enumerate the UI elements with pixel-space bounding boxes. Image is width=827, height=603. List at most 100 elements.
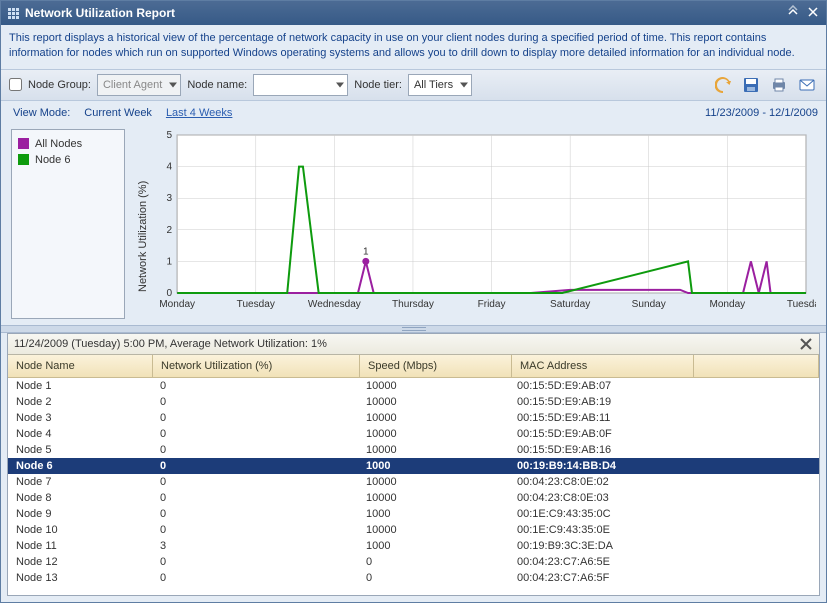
svg-text:Wednesday: Wednesday	[308, 299, 361, 310]
chart-zone: All Nodes Node 6 Network Utilization (%)…	[1, 125, 826, 325]
table-row[interactable]: Node 90100000:1E:C9:43:35:0C	[8, 506, 819, 522]
legend-item-all[interactable]: All Nodes	[18, 136, 118, 152]
cell-mac: 00:04:23:C7:A6:5F	[509, 572, 690, 584]
cell-mac: 00:04:23:C7:A6:5E	[509, 556, 690, 568]
date-range: 11/23/2009 - 12/1/2009	[705, 107, 818, 119]
table-row[interactable]: Node 201000000:15:5D:E9:AB:19	[8, 394, 819, 410]
node-name-label: Node name:	[187, 79, 247, 91]
svg-text:Monday: Monday	[159, 299, 195, 310]
cell-util: 0	[152, 524, 358, 536]
cell-mac: 00:15:5D:E9:AB:16	[509, 444, 690, 456]
print-icon[interactable]	[768, 74, 790, 96]
view-mode-alt-link[interactable]: Last 4 Weeks	[166, 107, 232, 119]
cell-speed: 10000	[358, 396, 509, 408]
svg-text:1: 1	[363, 246, 369, 257]
detail-table-body[interactable]: Node 101000000:15:5D:E9:AB:07Node 201000…	[8, 378, 819, 595]
node-group-select[interactable]: Client Agent	[97, 74, 181, 96]
email-icon[interactable]	[796, 74, 818, 96]
close-icon[interactable]	[806, 5, 820, 22]
cell-util: 0	[152, 396, 358, 408]
view-mode-current[interactable]: Current Week	[84, 107, 152, 119]
svg-text:2: 2	[167, 225, 173, 236]
cell-mac: 00:04:23:C8:0E:03	[509, 492, 690, 504]
legend-label: Node 6	[35, 154, 70, 166]
svg-text:Thursday: Thursday	[392, 299, 434, 310]
cell-speed: 1000	[358, 508, 509, 520]
svg-text:Tuesday: Tuesday	[237, 299, 275, 310]
cell-node-name: Node 1	[8, 380, 152, 392]
col-speed[interactable]: Speed (Mbps)	[360, 355, 512, 377]
save-icon[interactable]	[740, 74, 762, 96]
detail-close-icon[interactable]	[799, 337, 813, 351]
legend-item-node6[interactable]: Node 6	[18, 152, 118, 168]
cell-speed: 1000	[358, 540, 509, 552]
node-group-checkbox[interactable]	[9, 78, 22, 91]
cell-util: 0	[152, 444, 358, 456]
cell-util: 0	[152, 556, 358, 568]
cell-speed: 10000	[358, 428, 509, 440]
table-row[interactable]: Node 130000:04:23:C7:A6:5F	[8, 570, 819, 586]
chart-plot[interactable]: 012345MondayTuesdayWednesdayThursdayFrid…	[151, 129, 816, 319]
svg-text:1: 1	[167, 256, 173, 267]
cell-speed: 10000	[358, 476, 509, 488]
cell-node-name: Node 2	[8, 396, 152, 408]
cell-util: 0	[152, 572, 358, 584]
svg-text:4: 4	[167, 161, 173, 172]
table-row[interactable]: Node 120000:04:23:C7:A6:5E	[8, 554, 819, 570]
detail-header: 11/24/2009 (Tuesday) 5:00 PM, Average Ne…	[14, 338, 327, 350]
cell-mac: 00:15:5D:E9:AB:07	[509, 380, 690, 392]
col-node-name[interactable]: Node Name	[8, 355, 153, 377]
table-row[interactable]: Node 701000000:04:23:C8:0E:02	[8, 474, 819, 490]
refresh-icon[interactable]	[712, 74, 734, 96]
svg-text:Sunday: Sunday	[632, 299, 666, 310]
table-row[interactable]: Node 301000000:15:5D:E9:AB:11	[8, 410, 819, 426]
splitter-handle[interactable]	[1, 325, 826, 333]
table-row[interactable]: Node 501000000:15:5D:E9:AB:16	[8, 442, 819, 458]
cell-mac: 00:1E:C9:43:35:0E	[509, 524, 690, 536]
cell-util: 0	[152, 412, 358, 424]
cell-node-name: Node 9	[8, 508, 152, 520]
cell-util: 3	[152, 540, 358, 552]
cell-node-name: Node 12	[8, 556, 152, 568]
collapse-icon[interactable]	[786, 5, 800, 22]
cell-speed: 0	[358, 572, 509, 584]
app-icon	[7, 7, 19, 19]
cell-mac: 00:15:5D:E9:AB:11	[509, 412, 690, 424]
cell-mac: 00:15:5D:E9:AB:0F	[509, 428, 690, 440]
cell-speed: 10000	[358, 524, 509, 536]
table-row[interactable]: Node 60100000:19:B9:14:BB:D4	[8, 458, 819, 474]
node-group-label: Node Group:	[28, 79, 91, 91]
table-row[interactable]: Node 401000000:15:5D:E9:AB:0F	[8, 426, 819, 442]
cell-speed: 0	[358, 556, 509, 568]
table-row[interactable]: Node 101000000:15:5D:E9:AB:07	[8, 378, 819, 394]
node-group-value: Client Agent	[103, 79, 162, 91]
svg-text:Saturday: Saturday	[550, 299, 590, 310]
cell-node-name: Node 8	[8, 492, 152, 504]
legend-swatch	[18, 138, 29, 149]
svg-text:Friday: Friday	[478, 299, 506, 310]
legend-label: All Nodes	[35, 138, 82, 150]
view-mode-bar: View Mode: Current Week Last 4 Weeks 11/…	[1, 101, 826, 125]
chart-legend: All Nodes Node 6	[11, 129, 125, 319]
table-row[interactable]: Node 801000000:04:23:C8:0E:03	[8, 490, 819, 506]
table-row[interactable]: Node 113100000:19:B9:3C:3E:DA	[8, 538, 819, 554]
detail-column-headers: Node Name Network Utilization (%) Speed …	[8, 355, 819, 378]
cell-mac: 00:15:5D:E9:AB:19	[509, 396, 690, 408]
node-name-select[interactable]	[253, 74, 348, 96]
svg-text:Tuesday: Tuesday	[787, 299, 816, 310]
cell-node-name: Node 7	[8, 476, 152, 488]
cell-mac: 00:1E:C9:43:35:0C	[509, 508, 690, 520]
view-mode-label: View Mode:	[13, 107, 70, 119]
node-tier-select[interactable]: All Tiers	[408, 74, 472, 96]
svg-text:Monday: Monday	[709, 299, 745, 310]
node-tier-label: Node tier:	[354, 79, 402, 91]
chart-y-axis-label: Network Utilization (%)	[135, 129, 151, 319]
cell-util: 0	[152, 460, 358, 472]
svg-text:3: 3	[167, 193, 173, 204]
col-network-util[interactable]: Network Utilization (%)	[153, 355, 360, 377]
cell-mac: 00:04:23:C8:0E:02	[509, 476, 690, 488]
cell-util: 0	[152, 492, 358, 504]
table-row[interactable]: Node 1001000000:1E:C9:43:35:0E	[8, 522, 819, 538]
legend-swatch	[18, 154, 29, 165]
col-mac[interactable]: MAC Address	[512, 355, 694, 377]
